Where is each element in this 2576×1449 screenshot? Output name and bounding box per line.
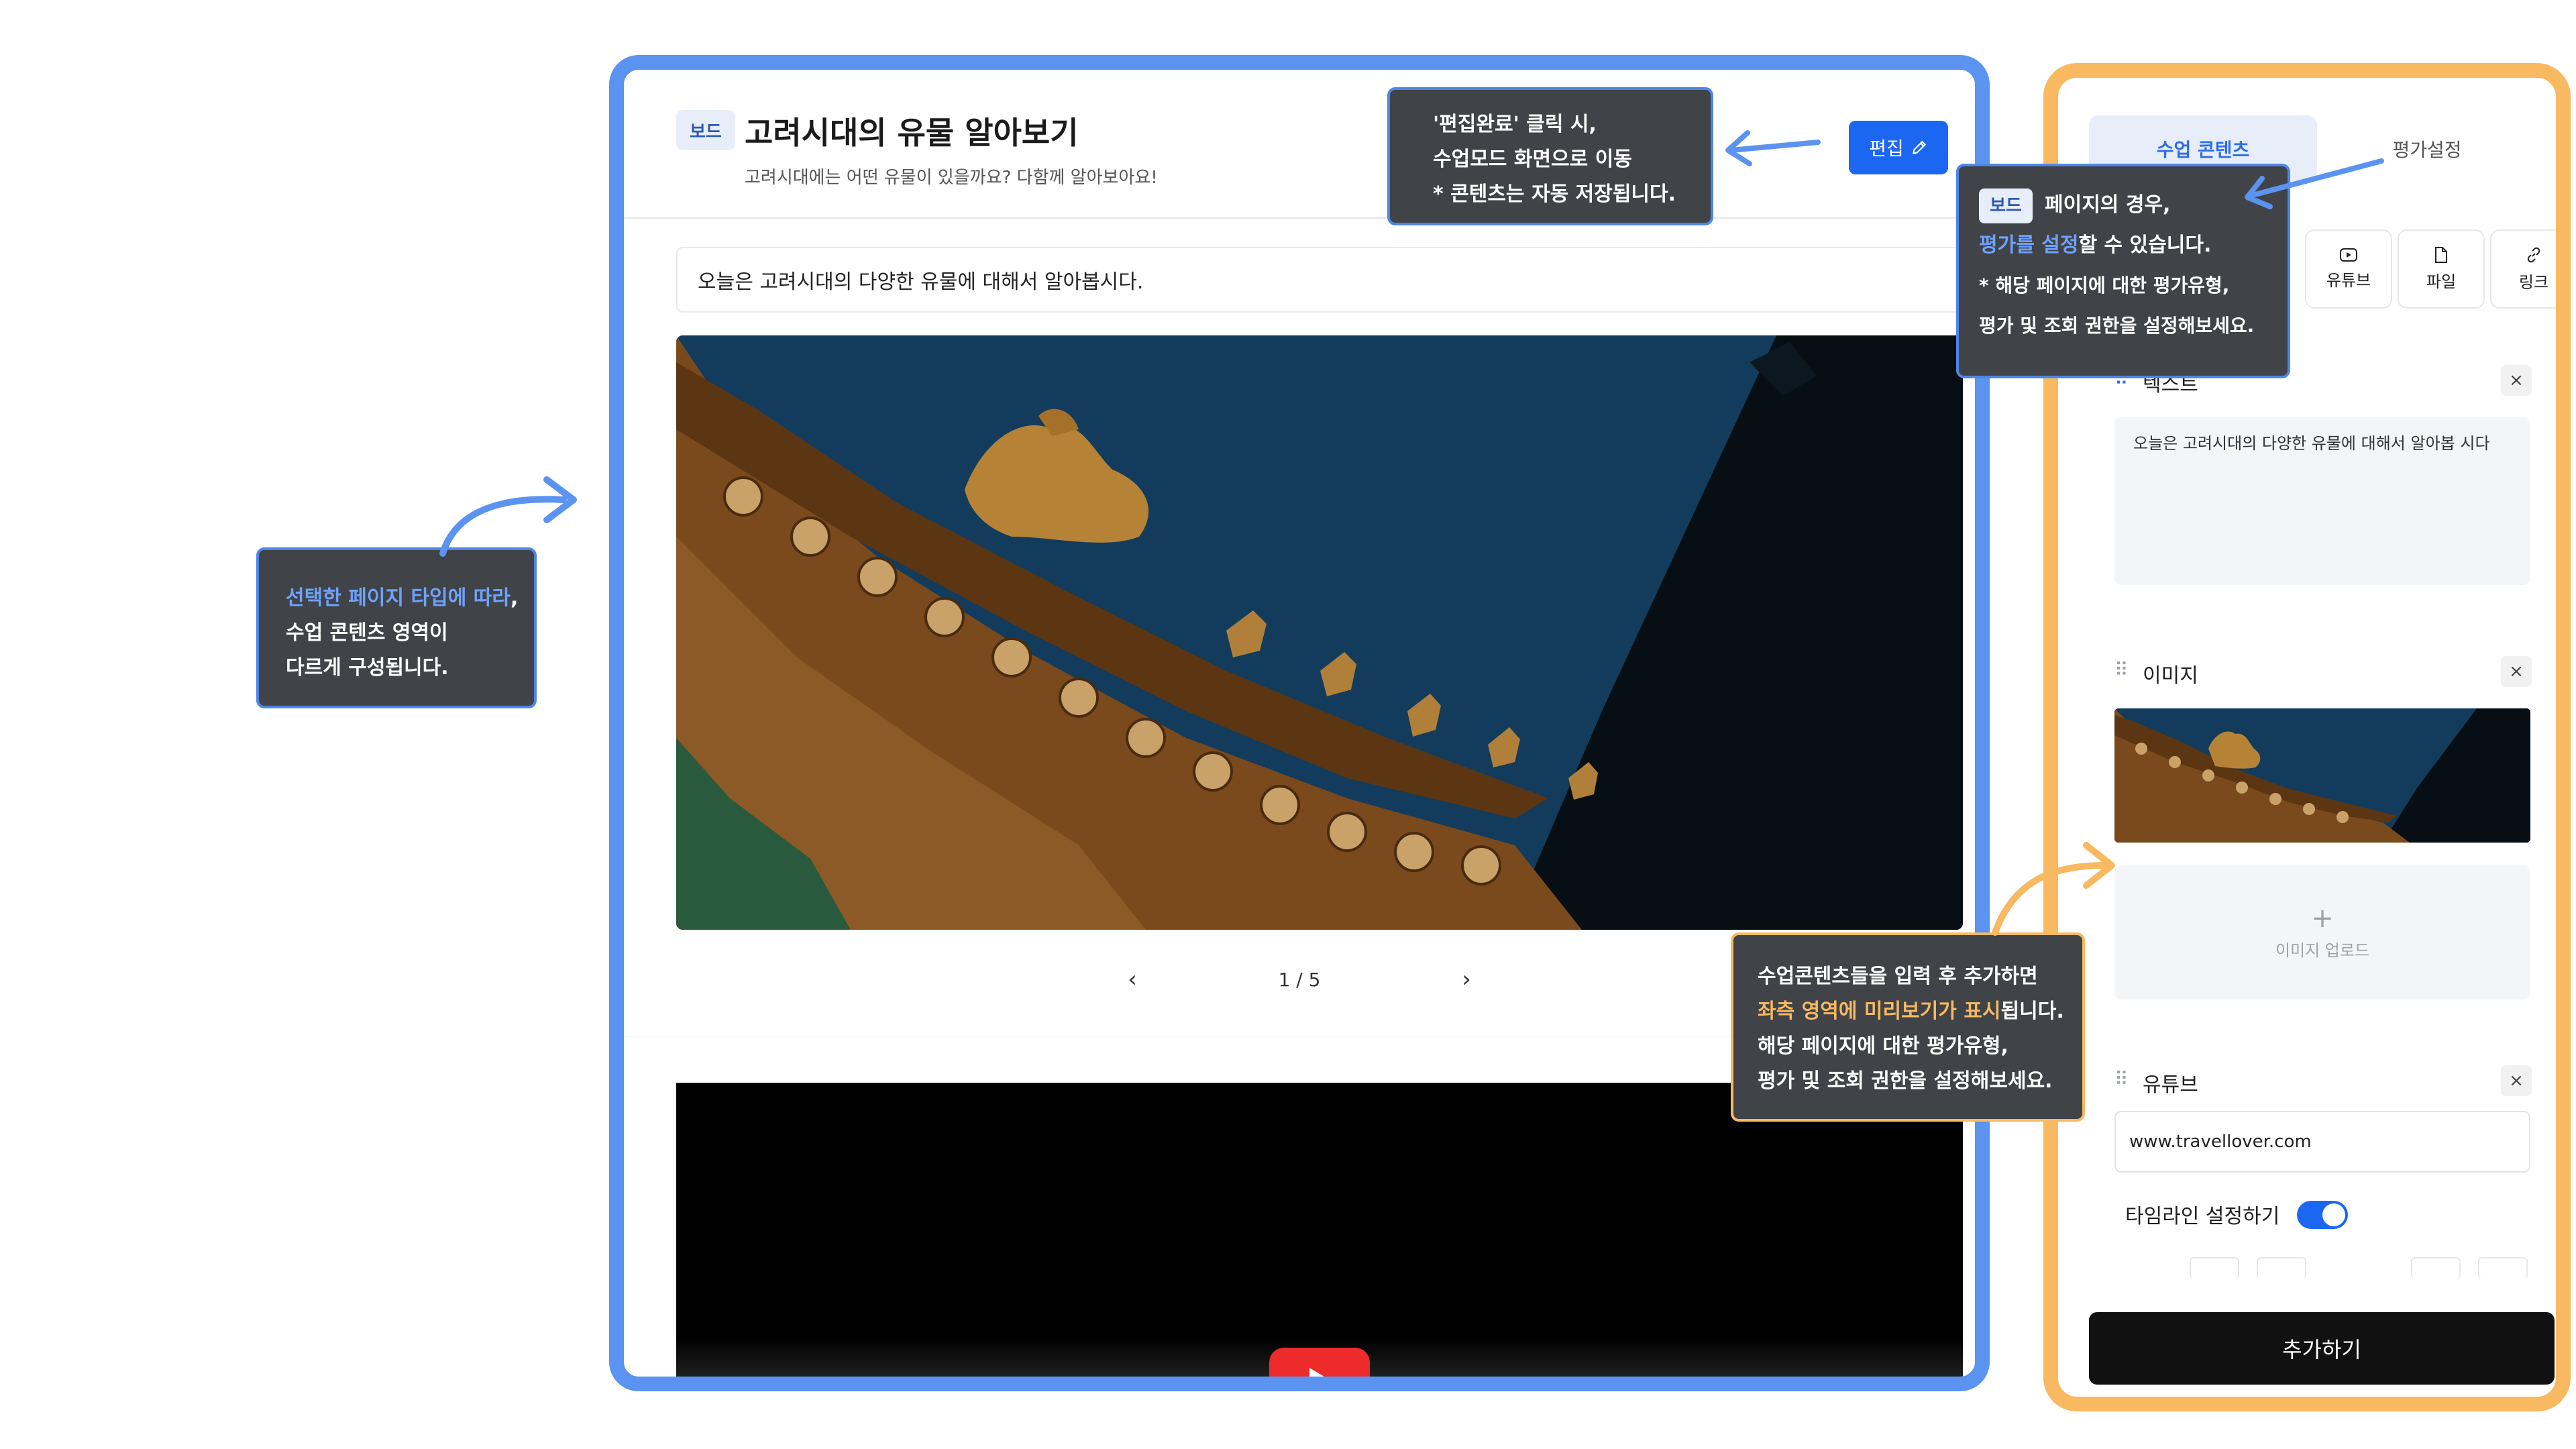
file-icon — [2435, 246, 2447, 263]
image-block-title: 이미지 — [2143, 664, 2198, 688]
callout-line: 다르게 구성됩니다. — [286, 656, 449, 680]
timeline-end-field[interactable] — [2478, 1257, 2528, 1279]
edit-button[interactable]: 편집 — [1849, 121, 1948, 174]
left-arrow-icon — [1725, 130, 1821, 166]
toggle-knob — [2322, 1203, 2345, 1226]
link-icon — [2527, 247, 2540, 262]
type-youtube-button[interactable]: 유튜브 — [2305, 229, 2392, 309]
callout-line: 수업 콘텐츠 영역이 — [286, 621, 448, 645]
callout-text: 페이지의 경우, — [2045, 193, 2171, 217]
timeline-start-field[interactable] — [2257, 1257, 2306, 1279]
plus-icon: + — [2311, 902, 2334, 934]
youtube-icon — [2340, 248, 2357, 262]
callout-line: 해당 페이지에 대한 평가유형, — [1758, 1034, 2008, 1058]
callout-page-type: 선택한 페이지 타입에 따라, 수업 콘텐츠 영역이 다르게 구성됩니다. — [256, 547, 537, 708]
callout-text: 할 수 있습니다. — [2078, 233, 2212, 257]
type-link-button[interactable]: 링크 — [2490, 229, 2556, 309]
callout-highlight: 평가를 설정 — [1979, 233, 2079, 257]
type-file-label: 파일 — [2426, 272, 2457, 291]
callout-line: * 해당 페이지에 대한 평가유형, — [1979, 274, 2230, 297]
image-upload-label: 이미지 업로드 — [2275, 941, 2370, 960]
callout-line: 수업콘텐츠들을 입력 후 추가하면 — [1758, 965, 2038, 988]
hero-image — [676, 335, 1963, 930]
intro-text-box: 오늘은 고려시대의 다양한 유물에 대해서 알아봅시다. — [676, 247, 1963, 313]
callout-line: 선택한 페이지 타입에 따라, — [286, 581, 518, 616]
youtube-block-title: 유튜브 — [2143, 1073, 2198, 1097]
callout-preview: 수업콘텐츠들을 입력 후 추가하면 좌측 영역에 미리보기가 표시됩니다. 해당… — [1731, 932, 2085, 1122]
youtube-play-icon[interactable] — [1269, 1348, 1370, 1377]
timeline-end-field[interactable] — [2411, 1257, 2461, 1279]
text-block-remove-button[interactable]: × — [2501, 365, 2532, 396]
timeline-start-field[interactable] — [2190, 1257, 2239, 1279]
timeline-toggle[interactable] — [2297, 1201, 2348, 1229]
preview-panel: 보드 고려시대의 유물 알아보기 고려시대에는 어떤 유물이 있을까요? 다함께… — [609, 55, 1990, 1391]
board-type-badge: 보드 — [676, 110, 735, 150]
play-triangle-icon — [1309, 1368, 1324, 1377]
callout-text: 됩니다. — [2000, 1000, 2064, 1023]
youtube-block-drag-handle[interactable]: ⠿ — [2114, 1068, 2128, 1090]
board-type-badge: 보드 — [1979, 189, 2033, 223]
youtube-video-player[interactable] — [676, 1083, 1963, 1377]
image-upload-dropzone[interactable]: + 이미지 업로드 — [2114, 865, 2530, 1000]
prev-page-button[interactable]: ‹ — [1112, 959, 1152, 1000]
header-divider — [624, 217, 1975, 219]
curved-arrow-icon — [1992, 842, 2115, 936]
callout-line: 수업모드 화면으로 이동 — [1433, 148, 1632, 171]
page-title: 고려시대의 유물 알아보기 — [745, 115, 1079, 151]
callout-highlight: 좌측 영역에 미리보기가 표시 — [1758, 1000, 2001, 1023]
left-arrow-icon — [2245, 158, 2384, 209]
callout-line: * 콘텐츠는 자동 저장됩니다. — [1433, 182, 1676, 206]
callout-line: 좌측 영역에 미리보기가 표시됩니다. — [1758, 994, 2064, 1029]
page-subtitle: 고려시대에는 어떤 유물이 있을까요? 다함께 알아보아요! — [745, 168, 1158, 188]
pencil-icon — [1912, 140, 1926, 155]
callout-line: 평가 및 조회 권한을 설정해보세요. — [1979, 315, 2255, 337]
callout-line: 보드 페이지의 경우, — [1979, 185, 2267, 225]
curved-arrow-icon — [439, 476, 577, 557]
roof-thumbnail — [2114, 708, 2530, 843]
next-page-button[interactable]: › — [1446, 959, 1487, 1000]
callout-edit-done: '편집완료' 클릭 시, 수업모드 화면으로 이동 * 콘텐츠는 자동 저장됩니… — [1387, 87, 1713, 225]
add-button[interactable]: 추가하기 — [2089, 1312, 2555, 1385]
type-file-button[interactable]: 파일 — [2398, 229, 2485, 309]
image-block-remove-button[interactable]: × — [2501, 656, 2532, 687]
youtube-block-remove-button[interactable]: × — [2501, 1065, 2532, 1096]
callout-line: '편집완료' 클릭 시, — [1433, 113, 1597, 136]
edit-button-label: 편집 — [1869, 138, 1904, 160]
page-indicator: 1 / 5 — [1278, 968, 1321, 991]
image-block-drag-handle[interactable]: ⠿ — [2114, 659, 2128, 681]
timeline-setting-label: 타임라인 설정하기 — [2125, 1205, 2280, 1228]
callout-highlight: 선택한 페이지 타입에 따라 — [286, 586, 511, 610]
roof-photo — [676, 335, 1963, 930]
type-link-label: 링크 — [2518, 272, 2549, 292]
type-youtube-label: 유튜브 — [2326, 270, 2371, 290]
image-thumbnail[interactable] — [2114, 708, 2530, 843]
youtube-url-input[interactable]: www.travellover.com — [2114, 1111, 2530, 1173]
callout-line: 평가를 설정할 수 있습니다. — [1979, 225, 2267, 266]
callout-text: , — [510, 586, 519, 610]
text-block-textarea[interactable]: 오늘은 고려시대의 다양한 유물에 대해서 알아봅 시다 — [2114, 417, 2530, 585]
callout-line: 평가 및 조회 권한을 설정해보세요. — [1758, 1069, 2053, 1093]
